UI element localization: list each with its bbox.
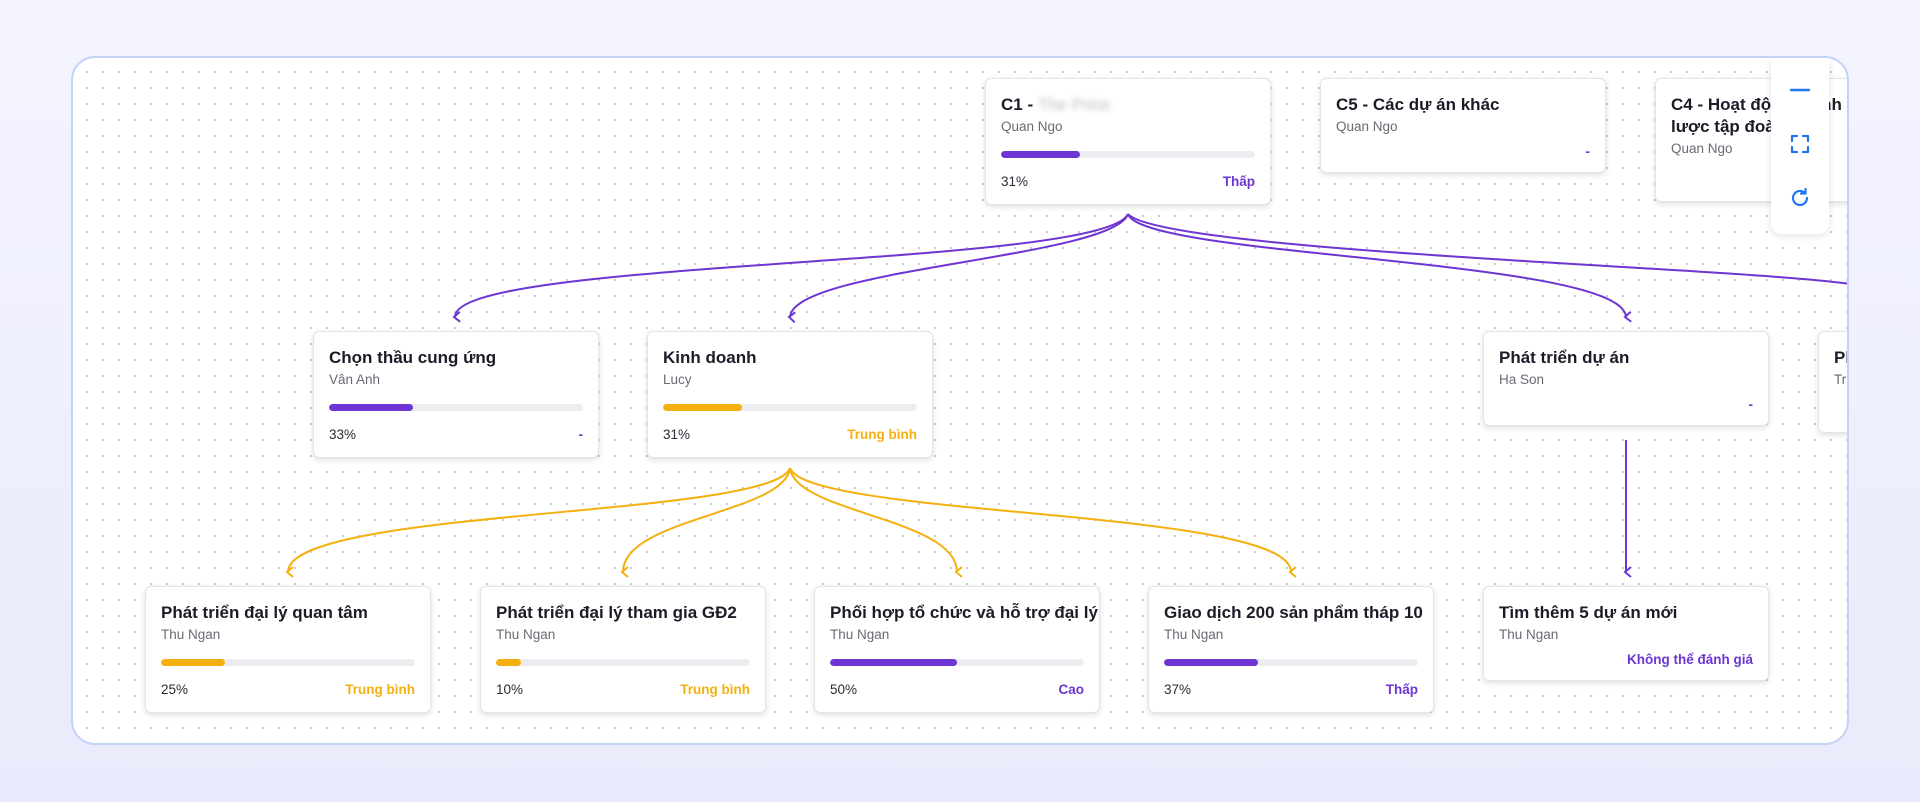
priority-level: - xyxy=(578,426,584,442)
node-c1[interactable]: C1 - The Price Quan Ngo 31% Thấp xyxy=(985,78,1271,205)
refresh-icon xyxy=(1791,187,1809,206)
node-owner: Thu Ngan xyxy=(1164,627,1224,642)
node-c5[interactable]: C5 - Các dự án khác Quan Ngo - xyxy=(1320,78,1606,173)
node-owner: Thu Ngan xyxy=(161,627,221,642)
node-phoi-hop-to-chuc[interactable]: Phối hợp tổ chức và hỗ trợ đại lý Thu Ng… xyxy=(814,586,1100,713)
node-owner: Thu Ngan xyxy=(1499,627,1559,642)
connector-c1-chon-thau xyxy=(452,213,1129,323)
progress-percent: 25% xyxy=(161,681,189,697)
priority-level: Không thể đánh giá xyxy=(1627,652,1753,667)
progress-percent: 37% xyxy=(1164,681,1192,697)
priority-level: Trung bình xyxy=(680,681,750,697)
node-title: Phát triển đại lý tham gia GĐ2 xyxy=(496,603,737,622)
node-dai-ly-quan-tam[interactable]: Phát triển đại lý quan tâm Thu Ngan 25% … xyxy=(145,586,431,713)
reset-view-button[interactable] xyxy=(1782,180,1818,215)
node-owner: Thu Ngan xyxy=(496,627,556,642)
priority-level: - xyxy=(1585,144,1591,159)
priority-level: Trung bình xyxy=(847,426,917,442)
progress-bar xyxy=(329,404,583,411)
progress-percent: 31% xyxy=(663,426,691,442)
node-title: Pl xyxy=(1834,348,1849,367)
connector-kd-dai-ly-quan-tam xyxy=(285,467,791,578)
node-dai-ly-gd2[interactable]: Phát triển đại lý tham gia GĐ2 Thu Ngan … xyxy=(480,586,766,713)
progress-percent: 33% xyxy=(329,426,357,442)
node-owner: Ha Son xyxy=(1499,372,1545,387)
progress-percent: 10% xyxy=(496,681,524,697)
node-owner: Thu Ngan xyxy=(830,627,890,642)
node-partial-right[interactable]: Pl Tr xyxy=(1818,331,1849,433)
zoom-out-button[interactable] xyxy=(1782,72,1818,107)
node-title: Tìm thêm 5 dự án mới xyxy=(1499,603,1678,622)
node-title: C1 - The Price xyxy=(1001,95,1111,114)
fit-view-icon xyxy=(1790,134,1810,153)
connector-c1-kinh-doanh xyxy=(787,213,1129,324)
node-title: Chọn thầu cung ứng xyxy=(329,348,497,367)
priority-level: - xyxy=(1748,397,1754,412)
priority-level: Thấp xyxy=(1385,681,1418,697)
progress-percent: 50% xyxy=(830,681,858,697)
progress-bar xyxy=(1164,659,1418,666)
node-title: Phát triển đại lý quan tâm xyxy=(161,603,368,622)
mindmap-canvas[interactable]: C1 - The Price Quan Ngo 31% Thấp C5 - Cá… xyxy=(71,56,1849,745)
node-title: Kinh doanh xyxy=(663,348,757,367)
progress-bar xyxy=(496,659,750,666)
connector-c1-phat-trien-du-an xyxy=(1127,213,1632,323)
connector-c1-partial xyxy=(1127,213,1847,285)
node-owner: Vân Anh xyxy=(329,372,381,387)
node-owner: Lucy xyxy=(663,372,692,387)
fit-view-button[interactable] xyxy=(1782,126,1818,161)
progress-bar xyxy=(830,659,1084,666)
progress-bar xyxy=(161,659,415,666)
node-chon-thau-cung-ung[interactable]: Chọn thầu cung ứng Vân Anh 33% - xyxy=(313,331,599,458)
priority-level: Thấp xyxy=(1222,173,1255,189)
node-tim-them-du-an[interactable]: Tìm thêm 5 dự án mới Thu Ngan Không thể … xyxy=(1483,586,1769,681)
priority-level: Trung bình xyxy=(345,681,415,697)
node-title: Phát triển dự án xyxy=(1499,348,1630,367)
minus-icon xyxy=(1789,88,1811,91)
node-title: C5 - Các dự án khác xyxy=(1336,95,1500,114)
node-owner: Quan Ngo xyxy=(1336,119,1398,134)
node-kinh-doanh[interactable]: Kinh doanh Lucy 31% Trung bình xyxy=(647,331,933,458)
node-giao-dich-200[interactable]: Giao dịch 200 sản phẩm tháp 10 Thu Ngan … xyxy=(1148,586,1434,713)
node-title: Phối hợp tổ chức và hỗ trợ đại lý xyxy=(830,603,1098,622)
canvas-toolbar xyxy=(1771,58,1829,234)
node-owner: Quan Ngo xyxy=(1001,119,1063,134)
progress-bar xyxy=(663,404,917,411)
progress-bar xyxy=(1001,151,1255,158)
progress-percent: 31% xyxy=(1001,173,1029,189)
connector-kd-giao-dich xyxy=(789,467,1297,578)
node-title: Giao dịch 200 sản phẩm tháp 10 xyxy=(1164,603,1423,622)
node-phat-trien-du-an[interactable]: Phát triển dự án Ha Son - xyxy=(1483,331,1769,426)
node-owner: Tr xyxy=(1834,372,1847,387)
priority-level: Cao xyxy=(1058,681,1084,697)
